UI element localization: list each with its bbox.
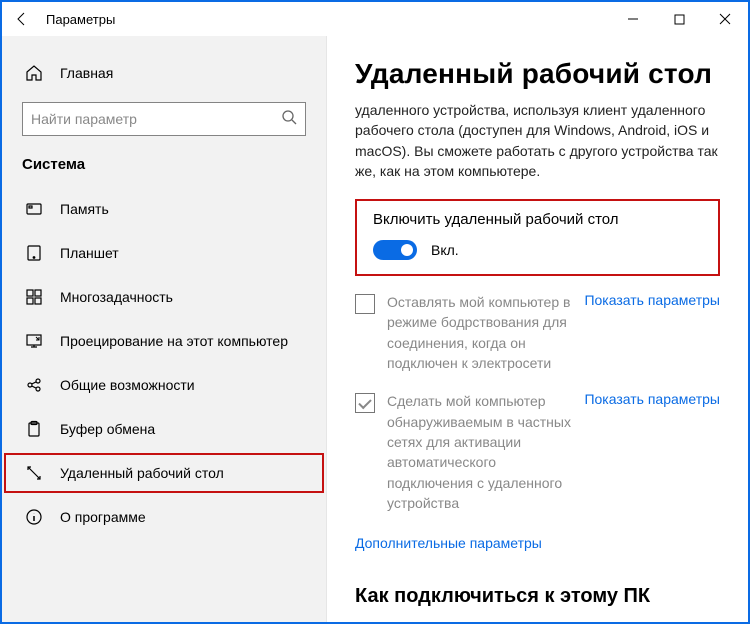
checkbox-discoverable[interactable]: [355, 393, 375, 413]
page-description: удаленного устройства, используя клиент …: [355, 100, 720, 181]
sidebar-item-shared[interactable]: Общие возможности: [2, 363, 326, 407]
enable-remote-card: Включить удаленный рабочий стол Вкл.: [355, 199, 720, 276]
sidebar-item-multitasking[interactable]: Многозадачность: [2, 275, 326, 319]
checkbox-keep-awake[interactable]: [355, 294, 375, 314]
remote-desktop-icon: [22, 464, 46, 482]
sidebar-item-label: Общие возможности: [60, 377, 195, 393]
option-text: Оставлять мой компьютер в режиме бодрств…: [387, 292, 574, 373]
tablet-icon: [22, 244, 46, 262]
search-icon: [281, 109, 297, 130]
maximize-button[interactable]: [656, 2, 702, 36]
storage-icon: [22, 200, 46, 218]
show-params-link[interactable]: Показать параметры: [584, 292, 720, 308]
minimize-button[interactable]: [610, 2, 656, 36]
sidebar-item-label: Буфер обмена: [60, 421, 155, 437]
sidebar-item-label: Удаленный рабочий стол: [60, 465, 224, 481]
sidebar-item-clipboard[interactable]: Буфер обмена: [2, 407, 326, 451]
shared-icon: [22, 376, 46, 394]
section-title: Система: [2, 152, 326, 187]
settings-window: Параметры Главная: [0, 0, 750, 624]
page-title: Удаленный рабочий стол: [355, 58, 720, 90]
back-button[interactable]: [2, 2, 42, 36]
content-pane: Удаленный рабочий стол удаленного устрой…: [327, 36, 748, 622]
sidebar-item-tablet[interactable]: Планшет: [2, 231, 326, 275]
titlebar: Параметры: [2, 2, 748, 36]
toggle-knob: [401, 244, 413, 256]
body: Главная Система Память: [2, 36, 748, 622]
show-params-link[interactable]: Показать параметры: [584, 391, 720, 407]
sidebar-item-label: О программе: [60, 509, 146, 525]
home-label: Главная: [60, 65, 113, 81]
multitasking-icon: [22, 288, 46, 306]
home-button[interactable]: Главная: [2, 54, 326, 92]
info-icon: [22, 508, 46, 526]
projecting-icon: [22, 332, 46, 350]
sidebar-item-label: Проецирование на этот компьютер: [60, 333, 288, 349]
close-button[interactable]: [702, 2, 748, 36]
additional-params-link[interactable]: Дополнительные параметры: [355, 535, 542, 551]
sidebar-item-remote-desktop[interactable]: Удаленный рабочий стол: [2, 451, 326, 495]
option-keep-awake: Оставлять мой компьютер в режиме бодрств…: [355, 292, 720, 373]
sidebar-item-projecting[interactable]: Проецирование на этот компьютер: [2, 319, 326, 363]
window-title: Параметры: [42, 12, 115, 27]
sidebar-item-label: Планшет: [60, 245, 119, 261]
search-input[interactable]: [31, 111, 281, 127]
nav-list: Память Планшет Многозадачность: [2, 187, 326, 622]
sidebar-item-label: Многозадачность: [60, 289, 173, 305]
enable-remote-toggle[interactable]: [373, 240, 417, 260]
sidebar-item-storage[interactable]: Память: [2, 187, 326, 231]
sidebar: Главная Система Память: [2, 36, 327, 622]
toggle-state-label: Вкл.: [431, 242, 459, 258]
option-discoverable: Сделать мой компьютер обнаруживаемым в ч…: [355, 391, 720, 513]
clipboard-icon: [22, 420, 46, 438]
connect-subhead: Как подключиться к этому ПК: [355, 585, 720, 608]
home-icon: [22, 64, 46, 82]
toggle-title: Включить удаленный рабочий стол: [373, 211, 702, 228]
sidebar-item-about[interactable]: О программе: [2, 495, 326, 539]
option-text: Сделать мой компьютер обнаруживаемым в ч…: [387, 391, 574, 513]
search-box[interactable]: [22, 102, 306, 136]
sidebar-item-label: Память: [60, 201, 109, 217]
